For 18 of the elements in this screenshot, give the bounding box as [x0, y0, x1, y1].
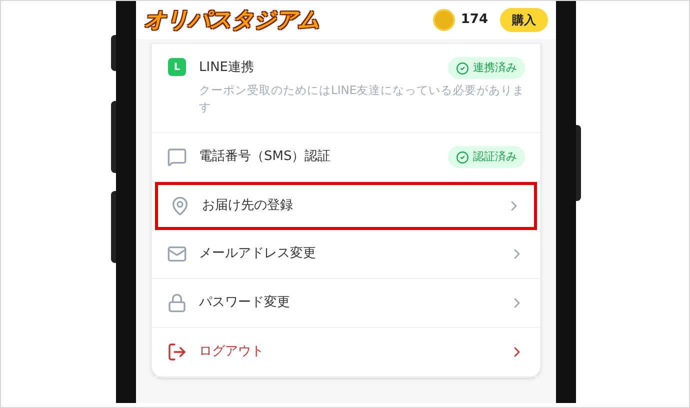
settings-row[interactable]: L LINE連携 連携済み クーポン受取のためにはLINE友達になっている必要があります [152, 44, 540, 133]
settings-row[interactable]: パスワード変更 [152, 279, 540, 328]
row-label: LINE連携 [199, 59, 254, 78]
buy-button[interactable]: 購入 [500, 8, 548, 32]
coin-balance: 174 [460, 11, 488, 30]
status-badge: 連携済み [448, 57, 525, 79]
status-badge: 認証済み [448, 146, 525, 168]
row-label: パスワード変更 [199, 294, 290, 312]
settings-row[interactable]: ログアウト [152, 328, 540, 377]
settings-row[interactable]: 電話番号（SMS）認証 認証済み [152, 133, 540, 182]
settings-row[interactable]: メールアドレス変更 [152, 230, 540, 279]
row-label: メールアドレス変更 [199, 245, 316, 264]
logo: オリパスタジアム [144, 6, 320, 34]
settings-row[interactable]: お届け先の登録 [155, 182, 537, 230]
row-label: お届け先の登録 [202, 197, 293, 216]
row-label: 電話番号（SMS）認証 [199, 148, 331, 166]
row-description: クーポン受取のためにはLINE友達になっている必要があります [199, 82, 525, 116]
row-label: ログアウト [199, 343, 264, 362]
